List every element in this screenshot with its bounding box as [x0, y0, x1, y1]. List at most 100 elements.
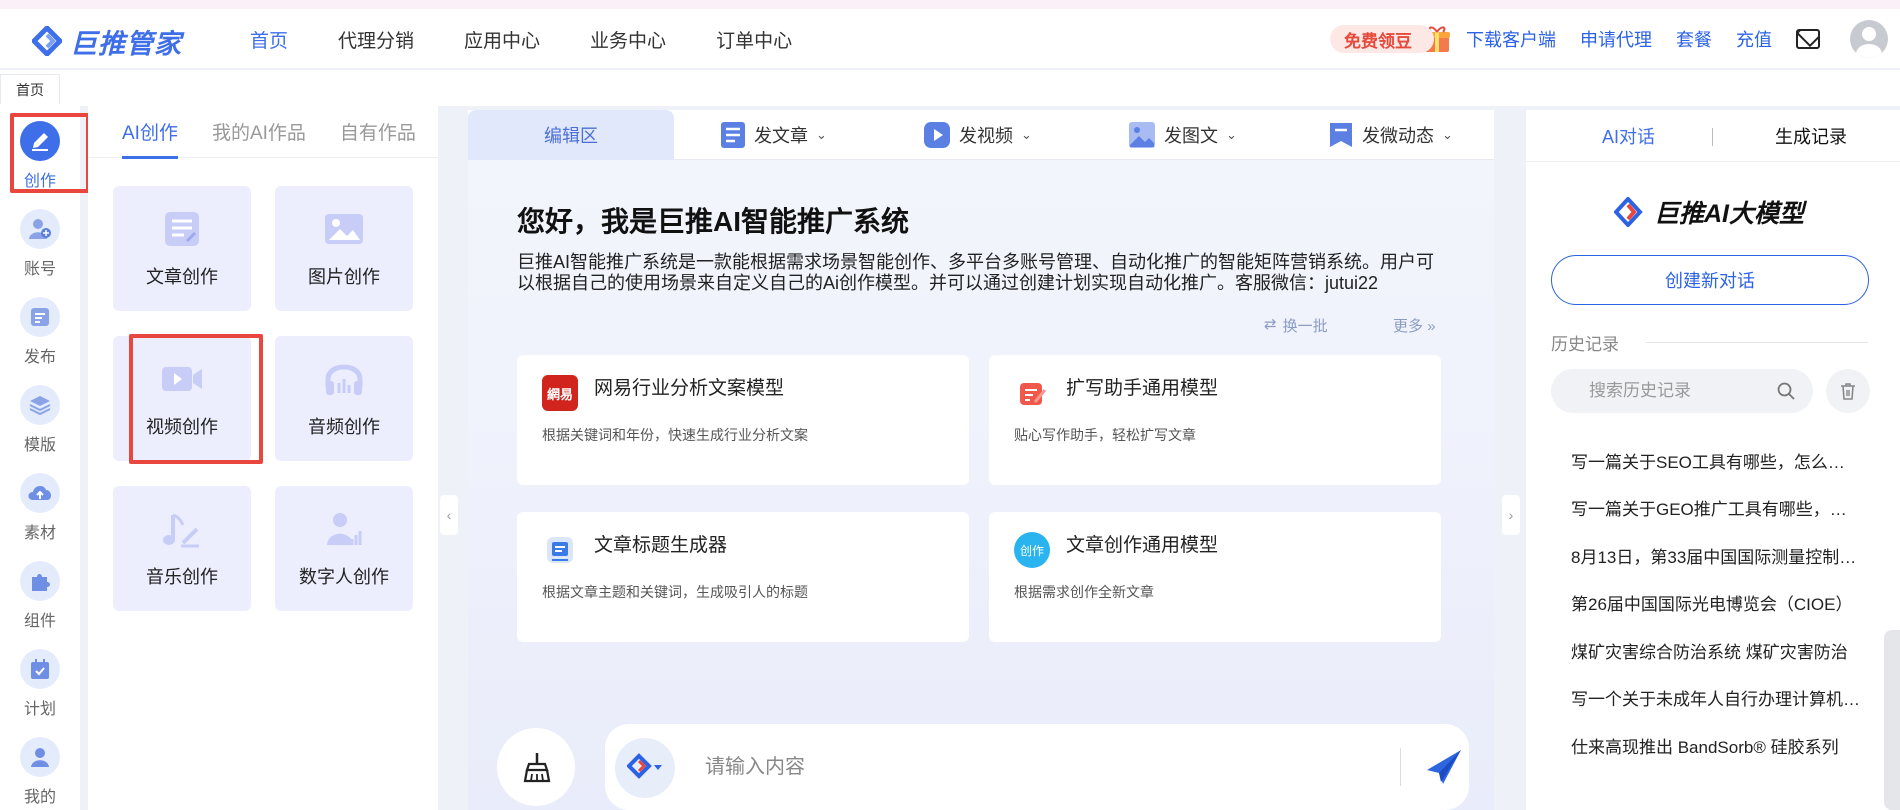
free-beans-button[interactable]: 免费领豆: [1330, 25, 1434, 53]
plans-link[interactable]: 套餐: [1676, 26, 1712, 52]
sidebar-item-publish[interactable]: 发布: [0, 297, 80, 367]
chevron-down-icon: ⌄: [1021, 127, 1032, 142]
sidebar-item-label: 发布: [23, 349, 56, 366]
puzzle-icon: [20, 561, 60, 601]
panel-separator: [438, 106, 468, 810]
nav-item-apps[interactable]: 应用中心: [464, 26, 540, 53]
tab-post-image-text[interactable]: 发图文 ⌄: [1128, 110, 1237, 160]
sidebar-item-components[interactable]: 组件: [0, 561, 80, 631]
card-label: 音乐创作: [146, 566, 218, 587]
history-search-input[interactable]: [1589, 378, 1769, 404]
history-title: 历史记录: [1551, 335, 1619, 354]
tab-label: 发文章: [754, 126, 808, 146]
clear-history-button[interactable]: [1826, 369, 1870, 413]
right-panel: AI对话 生成记录 巨推AI大模型 创建新对话 历史记录 写一篇关于SEO工具有…: [1526, 110, 1900, 810]
card-article-create[interactable]: 文章创作: [113, 186, 251, 311]
model-card-article-create[interactable]: 创作 文章创作通用模型 根据需求创作全新文章: [989, 512, 1441, 642]
digital-human-icon: [327, 512, 362, 545]
history-item[interactable]: 写一篇关于SEO工具有哪些，怎么选择最适合自己的: [1571, 448, 1861, 473]
chat-input[interactable]: [705, 749, 1355, 785]
nav-item-home[interactable]: 首页: [250, 26, 288, 53]
sidebar-item-plan[interactable]: 计划: [0, 649, 80, 719]
sidebar-item-templates[interactable]: 模版: [0, 385, 80, 455]
recharge-link[interactable]: 充值: [1736, 26, 1772, 52]
collapse-right-button[interactable]: ›: [1502, 495, 1520, 535]
model-card-expand[interactable]: 扩写助手通用模型 贴心写作助手，轻松扩写文章: [989, 355, 1441, 485]
highlight-box-video: [129, 334, 263, 464]
creation-tabs: AI创作 我的AI作品 自有作品: [88, 106, 438, 159]
netease-icon: 網易: [542, 375, 578, 411]
right-tabs: AI对话 生成记录: [1526, 110, 1900, 162]
download-client-link[interactable]: 下载客户端: [1466, 26, 1556, 52]
creation-panel: AI创作 我的AI作品 自有作品 文章创作 图片创作 视频创作 音频创作 音乐创…: [88, 106, 438, 810]
logo-mark-icon: [1614, 197, 1643, 227]
new-chat-button[interactable]: 创建新对话: [1551, 255, 1869, 305]
history-item[interactable]: 仕来高现推出 BandSorb® 硅胶系列: [1571, 733, 1861, 758]
tab-ai-create[interactable]: AI创作: [122, 118, 178, 159]
sidebar-item-label: 账号: [23, 261, 56, 278]
tab-own-works[interactable]: 自有作品: [340, 118, 416, 145]
tab-label: 发图文: [1164, 126, 1218, 146]
model-title: 文章标题生成器: [594, 535, 728, 556]
tab-post-micro[interactable]: 发微动态 ⌄: [1328, 110, 1453, 160]
tab-ai-chat[interactable]: AI对话: [1526, 123, 1731, 149]
tab-my-ai-works[interactable]: 我的AI作品: [212, 118, 306, 145]
history-item[interactable]: 写一篇关于GEO推广工具有哪些，怎么选择: [1571, 495, 1861, 520]
nav-item-business[interactable]: 业务中心: [590, 26, 666, 53]
sidebar-item-mine[interactable]: 我的: [0, 737, 80, 807]
avatar[interactable]: [1850, 20, 1888, 58]
chevron-down-icon: ⌄: [1442, 127, 1453, 142]
card-audio-create[interactable]: 音频创作: [275, 336, 413, 461]
more-link[interactable]: 更多 »: [1393, 315, 1436, 336]
model-card-title-generator[interactable]: 文章标题生成器 根据文章主题和关键词，生成吸引人的标题: [517, 512, 969, 642]
history-item[interactable]: 写一个关于未成年人自行办理计算机等级: [1571, 685, 1861, 710]
clear-button[interactable]: [497, 728, 575, 806]
image-text-icon: [1129, 122, 1155, 148]
nav-item-agent[interactable]: 代理分销: [338, 26, 414, 53]
history-item[interactable]: 8月13日，第33届中国国际测量控制与仪器仪表展览会: [1571, 543, 1861, 568]
tab-generation-records[interactable]: 生成记录: [1731, 123, 1891, 149]
model-desc: 根据文章主题和关键词，生成吸引人的标题: [542, 584, 808, 600]
sidebar-item-account[interactable]: 账号: [0, 209, 80, 279]
search-icon[interactable]: [1776, 381, 1796, 401]
logo[interactable]: 巨推管家: [32, 23, 182, 59]
page-tabs-bar: [0, 70, 1900, 106]
tab-post-video[interactable]: 发视频 ⌄: [923, 110, 1032, 160]
floating-widget-tab[interactable]: [1884, 630, 1900, 810]
tab-label: 发微动态: [1362, 126, 1434, 146]
top-strip: [0, 0, 1900, 9]
history-item[interactable]: 煤矿灾害综合防治系统 煤矿灾害防治: [1571, 638, 1861, 663]
model-card-netease[interactable]: 網易 网易行业分析文案模型 根据关键词和年份，快速生成行业分析文案: [517, 355, 969, 485]
sidebar-item-materials[interactable]: 素材: [0, 473, 80, 543]
card-digital-human-create[interactable]: 数字人创作: [275, 486, 413, 611]
model-title: 扩写助手通用模型: [1066, 378, 1219, 399]
tab-post-article[interactable]: 发文章 ⌄: [720, 110, 827, 160]
sidebar-item-label: 素材: [23, 525, 56, 542]
model-desc: 根据关键词和年份，快速生成行业分析文案: [542, 427, 808, 443]
calendar-icon: [20, 649, 60, 689]
collapse-left-button[interactable]: ‹: [440, 495, 458, 535]
more-label: 更多: [1393, 318, 1424, 335]
publish-icon: [20, 297, 60, 337]
card-label: 数字人创作: [299, 566, 389, 587]
card-image-create[interactable]: 图片创作: [275, 186, 413, 311]
expand-writing-icon: [1014, 375, 1050, 411]
intro-text: 巨推AI智能推广系统是一款能根据需求场景智能创作、多平台多账号管理、自动化推广的…: [517, 252, 1435, 293]
refresh-button[interactable]: ⇄ 换一批: [1264, 315, 1328, 336]
card-music-create[interactable]: 音乐创作: [113, 486, 251, 611]
history-item[interactable]: 第26届中国国际光电博览会（CIOE）: [1571, 590, 1861, 615]
nav-item-orders[interactable]: 订单中心: [716, 26, 792, 53]
model-selector[interactable]: [615, 738, 675, 798]
send-button[interactable]: [1423, 746, 1465, 793]
tab-home[interactable]: 首页: [0, 74, 60, 104]
mail-icon[interactable]: [1796, 29, 1820, 49]
apply-agent-link[interactable]: 申请代理: [1580, 26, 1652, 52]
sidebar-item-label: 模版: [23, 437, 56, 454]
model-title: 文章创作通用模型: [1066, 535, 1219, 556]
highlight-box-create: [10, 113, 90, 193]
chevron-right-icon: ›: [1508, 507, 1514, 523]
header-right: 免费领豆 下载客户端 申请代理 套餐 充值: [1330, 9, 1900, 69]
tab-label: 发视频: [959, 126, 1013, 146]
tab-edit-area[interactable]: 编辑区: [468, 110, 674, 160]
chevron-down-icon: ⌄: [816, 127, 827, 142]
